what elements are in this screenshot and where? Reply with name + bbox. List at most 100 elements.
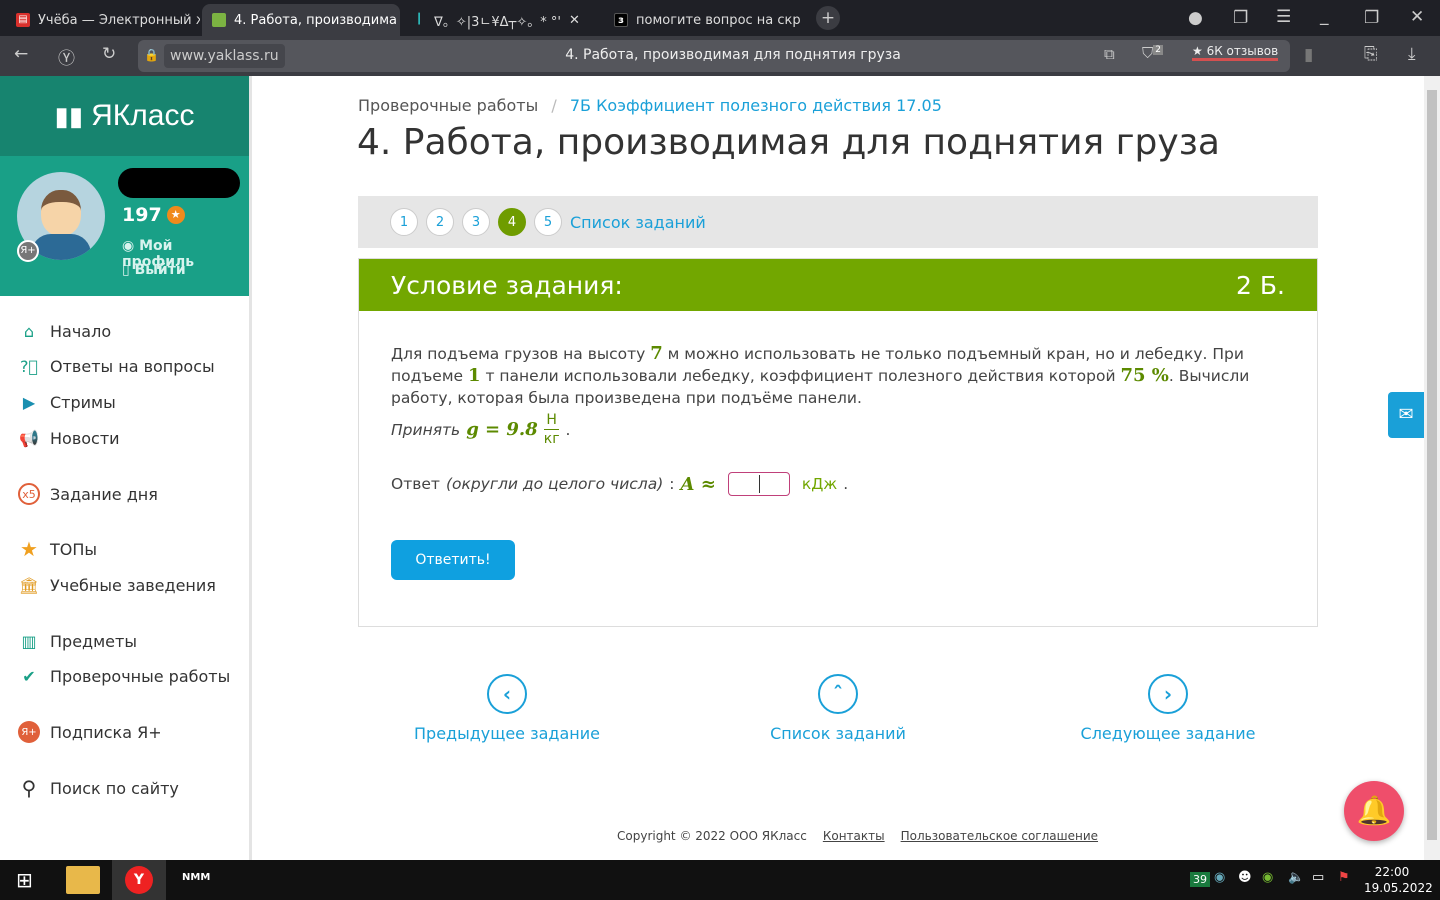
take-label: Принять (391, 420, 461, 439)
menu-icon[interactable]: ☰ (1276, 7, 1291, 27)
flag-error-icon[interactable]: ⚑ (1338, 870, 1350, 885)
tray-badge[interactable]: 39 (1190, 872, 1210, 887)
tab-yaklass[interactable]: 4. Работа, производима✕ (202, 4, 400, 36)
breadcrumb-root[interactable]: Проверочные работы (358, 96, 538, 115)
unit-numerator: Н (544, 412, 559, 430)
sidebar-item-answers[interactable]: ?⃝ Ответы на вопросы (18, 355, 215, 377)
back-icon[interactable]: ← (14, 44, 28, 64)
logo[interactable]: ▮▮ ЯКласс (0, 76, 249, 156)
task-card: Условие задания: 2 Б. Для подъема грузов… (358, 258, 1318, 627)
yandex-icon[interactable]: Ⓨ (58, 44, 75, 69)
answer-input[interactable] (727, 472, 790, 496)
close-window-icon[interactable]: ✕ (1410, 7, 1424, 27)
clock[interactable]: 22:00 19.05.2022 (1364, 864, 1433, 896)
tab-audio[interactable]: ┃ ᐁ。✧|3ㄴ¥Δ┬✧。* °' ✕ (402, 4, 598, 36)
time: 22:00 (1374, 865, 1410, 879)
text-cursor (758, 475, 760, 493)
task-header-title: Условие задания: (391, 270, 623, 300)
yandex-browser-taskbar[interactable]: Y (112, 860, 166, 900)
restore-icon[interactable]: ❐ (1364, 8, 1379, 28)
sidebar-item-streams[interactable]: ▶ Стримы (18, 391, 116, 413)
steam-icon[interactable]: ◉ (1214, 870, 1225, 885)
nmm-app-icon[interactable]: NMM (182, 872, 210, 883)
task-points: 2 Б. (1236, 270, 1285, 300)
main-content: Проверочные работы / 7Б Коэффициент поле… (252, 76, 1424, 860)
sidebar-item-home[interactable]: ⌂ Начало (18, 320, 111, 342)
close-tab-icon[interactable]: ✕ (569, 13, 580, 28)
scrollbar[interactable] (1424, 76, 1440, 860)
page-title: 4. Работа, производимая для поднятия гру… (357, 122, 1220, 163)
submit-button[interactable]: Ответить! (391, 540, 515, 580)
reviews-button[interactable]: ★ 6К отзывов (1192, 44, 1279, 61)
windows-start-icon[interactable]: ⊞ (16, 868, 33, 892)
tab-label: 4. Работа, производима (234, 12, 398, 28)
discord-icon[interactable]: ☻ (1238, 870, 1252, 885)
volume-icon[interactable]: 🔈 (1288, 870, 1304, 885)
task-number-2[interactable]: 2 (426, 208, 454, 236)
sidebar-item-daily-task[interactable]: x5 Задание дня (18, 483, 158, 505)
ya-plus-icon: Я+ (18, 721, 40, 743)
logout-link[interactable]: ▯ Выйти (122, 262, 186, 278)
sidebar-item-news[interactable]: 📢 Новости (18, 427, 120, 449)
search-icon: ⚲ (21, 776, 37, 800)
sidebar-item-tops[interactable]: ★ ТОПы (18, 537, 98, 561)
notifications-bell-button[interactable]: 🔔 (1344, 781, 1404, 841)
url-field[interactable]: 🔒 www.yaklass.ru 4. Работа, производимая… (138, 40, 1313, 72)
prev-task-button[interactable]: ‹ Предыдущее задание (387, 674, 627, 743)
next-label: Следующее задание (1080, 724, 1256, 743)
sidebar-item-subscription[interactable]: Я+ Подписка Я+ (18, 721, 162, 743)
agreement-link[interactable]: Пользовательское соглашение (901, 829, 1098, 843)
shield-icon[interactable]: ⛉ 2 (1142, 44, 1163, 62)
breadcrumb-separator: / (551, 96, 557, 115)
download-icon[interactable]: ⤓ (1408, 44, 1416, 64)
network-icon[interactable]: ▭ (1312, 870, 1324, 885)
contacts-link[interactable]: Контакты (823, 829, 885, 843)
unit-denominator: кг (543, 431, 560, 447)
footer: Copyright © 2022 ООО ЯКласс Контакты Пол… (617, 829, 1098, 843)
task-list-button[interactable]: ˆ Список заданий (718, 674, 958, 743)
task-number-5[interactable]: 5 (534, 208, 562, 236)
new-tab-button[interactable]: + (816, 6, 840, 30)
books-icon: ▥ (21, 631, 37, 651)
reload-icon[interactable]: ↻ (102, 44, 116, 64)
task-list-link[interactable]: Список заданий (570, 213, 706, 232)
bookmarks-icon[interactable]: ❐ (1233, 8, 1248, 28)
megaphone-icon: 📢 (19, 428, 39, 448)
next-task-button[interactable]: › Следующее задание (1048, 674, 1288, 743)
bookmark-icon[interactable]: ▮ (1304, 45, 1313, 65)
task-number-4-current[interactable]: 4 (498, 208, 526, 236)
nav-label: Учебные заведения (50, 575, 216, 595)
utorrent-icon[interactable]: ◉ (1262, 870, 1273, 885)
question-icon: ?⃝ (19, 356, 39, 376)
sidebar-item-subjects[interactable]: ▥ Предметы (18, 630, 137, 652)
task-number-3[interactable]: 3 (462, 208, 490, 236)
given-g: Принять g = 9.8 Нкг. (391, 412, 571, 447)
tab-label: ᐁ。✧|3ㄴ¥Δ┬✧。* °' (434, 14, 561, 30)
text: Для подъема грузов на высоту (391, 345, 651, 363)
answer-variable: A ≈ (680, 473, 716, 495)
tab-label: Учёба — Электронный жу (38, 12, 200, 28)
tab-znanija[interactable]: з помогите вопрос на скри (604, 4, 800, 36)
task-number-1[interactable]: 1 (390, 208, 418, 236)
tab-uchyoba[interactable]: ▤ Учёба — Электронный жу (6, 4, 200, 36)
logo-text: ЯКласс (91, 99, 195, 132)
profile-icon[interactable]: ● (1188, 8, 1203, 28)
sidebar-item-schools[interactable]: 🏛 Учебные заведения (18, 574, 216, 596)
sidebar-item-search[interactable]: ⚲ Поиск по сайту (18, 776, 179, 800)
nav-label: Подписка Я+ (50, 722, 162, 742)
nav-label: Поиск по сайту (50, 778, 179, 798)
chevron-up-icon: ˆ (818, 674, 858, 714)
nav-label: Задание дня (50, 484, 158, 504)
x5-icon: x5 (18, 483, 40, 505)
minimize-icon[interactable]: _ (1320, 6, 1329, 26)
school-icon: 🏛 (18, 575, 40, 595)
sidebar-item-tests[interactable]: ✔ Проверочные работы (18, 665, 230, 687)
collections-icon[interactable]: ⎘ (1364, 44, 1378, 64)
answer-label: Ответ (391, 475, 440, 493)
feedback-mail-button[interactable]: ✉ (1388, 392, 1424, 438)
breadcrumb-current[interactable]: 7Б Коэффициент полезного действия 17.05 (570, 96, 942, 115)
file-explorer-icon[interactable] (66, 866, 100, 894)
nav-label: ТОПы (50, 539, 98, 559)
answer-row: Ответ (округли до целого числа): A ≈ кДж… (391, 472, 849, 496)
tabs-icon[interactable]: ⧉ (1104, 45, 1115, 63)
